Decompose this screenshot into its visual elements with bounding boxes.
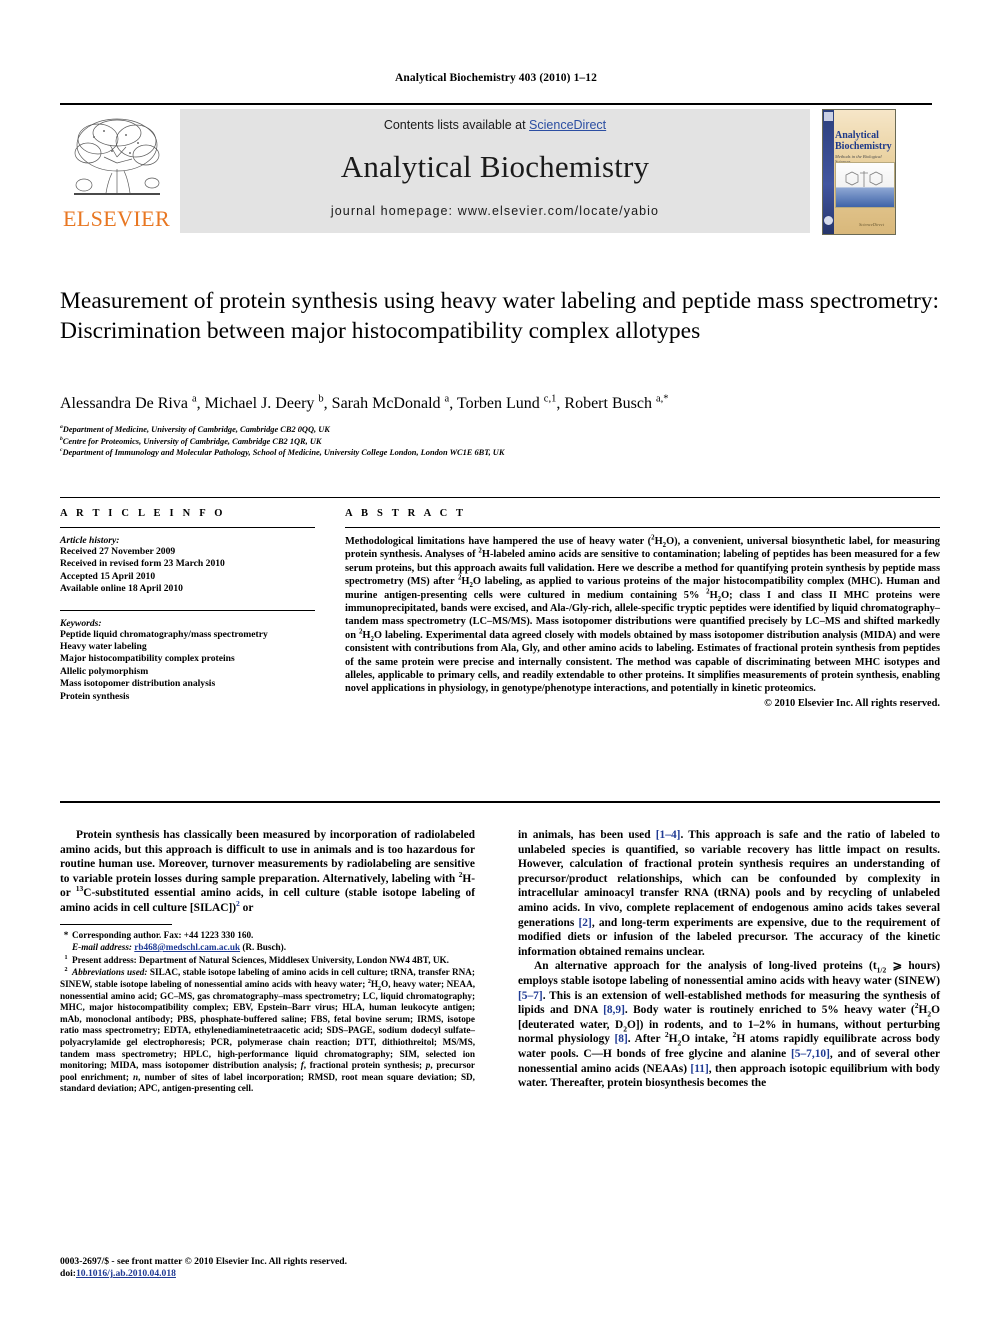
affiliation-item: aDepartment of Medicine, University of C… [60, 424, 330, 434]
intro-paragraph-left: Protein synthesis has classically been m… [60, 829, 475, 914]
footnote-present-address: 1 Present address: Department of Natural … [60, 955, 475, 967]
footnote-abbreviations: 2 Abbreviations used: SILAC, stable isoto… [60, 967, 475, 1095]
doi-link[interactable]: 10.1016/j.ab.2010.04.018 [76, 1268, 176, 1279]
footnote-separator [60, 923, 172, 925]
journal-homepage-line[interactable]: journal homepage: www.elsevier.com/locat… [180, 204, 810, 218]
article-info-heading: A R T I C L E I N F O [60, 508, 226, 519]
masthead-band: Contents lists available at ScienceDirec… [180, 109, 810, 233]
affiliation-item: bCentre for Proteomics, University of Ca… [60, 435, 322, 446]
intro-paragraph-right-2: An alternative approach for the analysis… [518, 960, 940, 1090]
running-head: Analytical Biochemistry 403 (2010) 1–12 [395, 72, 597, 84]
keyword-item: Mass isotopomer distribution analysis [60, 678, 216, 690]
abstract-text: Methodological limitations have hampered… [345, 534, 941, 695]
footnote-marker-1: 1 [64, 954, 68, 961]
article-info-column: A R T I C L E I N F O Article history: R… [60, 508, 315, 703]
sciencedirect-link[interactable]: ScienceDirect [529, 118, 606, 132]
doi-label: doi: [60, 1268, 76, 1280]
keyword-item: Peptide liquid chromatography/mass spect… [60, 628, 268, 640]
page-footer: 0003-2697/$ - see front matter © 2010 El… [60, 1256, 490, 1281]
body-column-left: Protein synthesis has classically been m… [60, 828, 475, 1096]
email-owner: (R. Busch). [242, 942, 287, 953]
abstract-rule [345, 527, 940, 528]
keyword-item: Major histocompatibility complex protein… [60, 653, 235, 665]
issn-copyright-line: 0003-2697/$ - see front matter © 2010 El… [60, 1256, 348, 1267]
journal-masthead: ELSEVIER Contents lists available at Sci… [60, 103, 932, 235]
contents-lists-prefix: Contents lists available at [383, 118, 530, 132]
affiliations: aDepartment of Medicine, University of C… [60, 424, 940, 459]
history-item: Available online 18 April 2010 [60, 583, 183, 595]
intro-paragraph-right-1: in animals, has been used [1–4]. This ap… [518, 829, 940, 958]
keyword-item: Heavy water labeling [60, 641, 147, 653]
doi-line: doi:10.1016/j.ab.2010.04.018 [60, 1268, 490, 1280]
abstract-copyright: © 2010 Elsevier Inc. All rights reserved… [764, 697, 940, 709]
body-column-right: in animals, has been used [1–4]. This ap… [518, 828, 940, 1091]
history-item: Accepted 15 April 2010 [60, 570, 156, 582]
cover-seal-icon [824, 216, 833, 225]
author-list: Alessandra De Riva a, Michael J. Deery b… [60, 393, 669, 412]
elsevier-logo: ELSEVIER [60, 109, 173, 233]
history-item: Received 27 November 2009 [60, 546, 176, 557]
journal-article-page: Analytical Biochemistry 403 (2010) 1–12 [0, 0, 992, 1323]
abstract-column: A B S T R A C T Methodological limitatio… [345, 508, 940, 709]
footnote-email: E-mail address: rb468@medschl.cam.ac.uk … [60, 942, 475, 954]
article-title: Measurement of protein synthesis using h… [60, 288, 940, 344]
contents-lists-line: Contents lists available at ScienceDirec… [180, 118, 810, 132]
molecule-icon [845, 171, 883, 187]
email-address-label: E-mail address: [72, 942, 132, 953]
abstract-heading: A B S T R A C T [345, 508, 467, 519]
cover-badge-icon [824, 112, 833, 121]
history-item: Received in revised form 23 March 2010 [60, 558, 225, 570]
info-top-rule [60, 497, 940, 498]
corresponding-author-text: Corresponding author. Fax: +44 1223 330 … [72, 929, 254, 940]
elsevier-wordmark: ELSEVIER [62, 206, 171, 231]
cover-footer: ScienceDirect [859, 222, 885, 227]
keywords-rule [60, 609, 315, 611]
cover-title: Analytical Biochemistry [835, 130, 895, 152]
cover-title-line1: Analytical [835, 130, 879, 141]
abbreviations-label: Abbreviations used: [72, 967, 148, 978]
keywords-label: Keywords: [60, 617, 102, 629]
article-history-label: Article history: [60, 535, 120, 546]
abstract-bottom-rule [60, 801, 940, 803]
keyword-item: Allelic polymorphism [60, 665, 149, 677]
journal-cover-thumbnail: Analytical Biochemistry Methods in the B… [822, 109, 896, 235]
cover-title-line2: Biochemistry [835, 141, 892, 152]
elsevier-tree-icon [74, 118, 160, 195]
cover-illustration [835, 162, 895, 208]
journal-title: Analytical Biochemistry [340, 149, 650, 184]
footnote-marker-2: 2 [64, 967, 68, 974]
article-info-rule [60, 527, 315, 528]
present-address-text: Present address: Department of Natural S… [72, 954, 449, 965]
email-link[interactable]: rb468@medschl.cam.ac.uk [134, 942, 240, 952]
abbreviations-text: SILAC, stable isotope labeling of amino … [60, 967, 475, 1094]
footnote-asterisk-marker: * [63, 929, 69, 940]
affiliation-item: cDepartment of Immunology and Molecular … [60, 447, 505, 458]
keyword-item: Protein synthesis [60, 690, 130, 702]
footnote-corresponding-author: * Corresponding author. Fax: +44 1223 330… [60, 930, 475, 942]
